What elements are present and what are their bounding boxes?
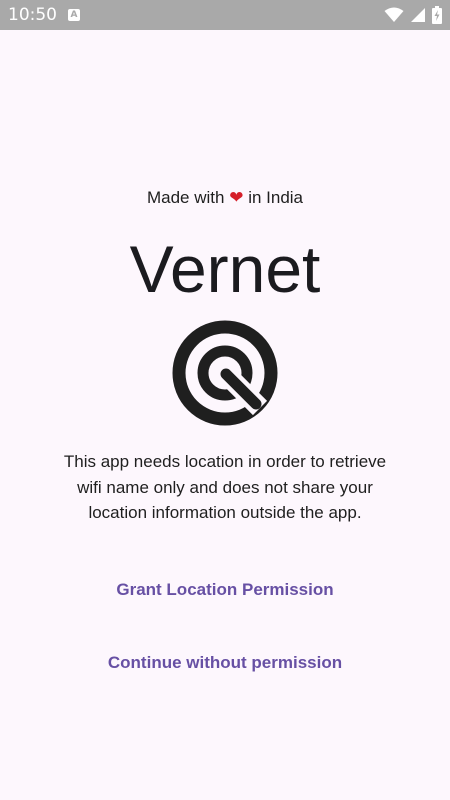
continue-without-permission-button[interactable]: Continue without permission [0,643,450,683]
made-with-prefix: Made with [146,188,225,207]
location-permission-description: This app needs location in order to retr… [63,452,387,522]
target-radar-icon [172,320,278,426]
app-title: Vernet [129,232,321,306]
made-with-text: Made with ❤ in India [0,188,450,208]
notification-icon: A [68,9,80,21]
status-time: 10:50 [8,5,57,25]
grant-location-permission-button[interactable]: Grant Location Permission [0,570,450,610]
wifi-icon [384,7,404,23]
heart-icon: ❤ [229,188,244,207]
made-with-suffix: in India [248,188,304,207]
status-icons [384,5,442,25]
signal-icon [410,7,426,23]
battery-charging-icon [432,6,442,24]
status-bar: 10:50 A [0,0,450,30]
permission-screen: 10:50 A Made with ❤ in India Vernet This… [0,0,450,800]
